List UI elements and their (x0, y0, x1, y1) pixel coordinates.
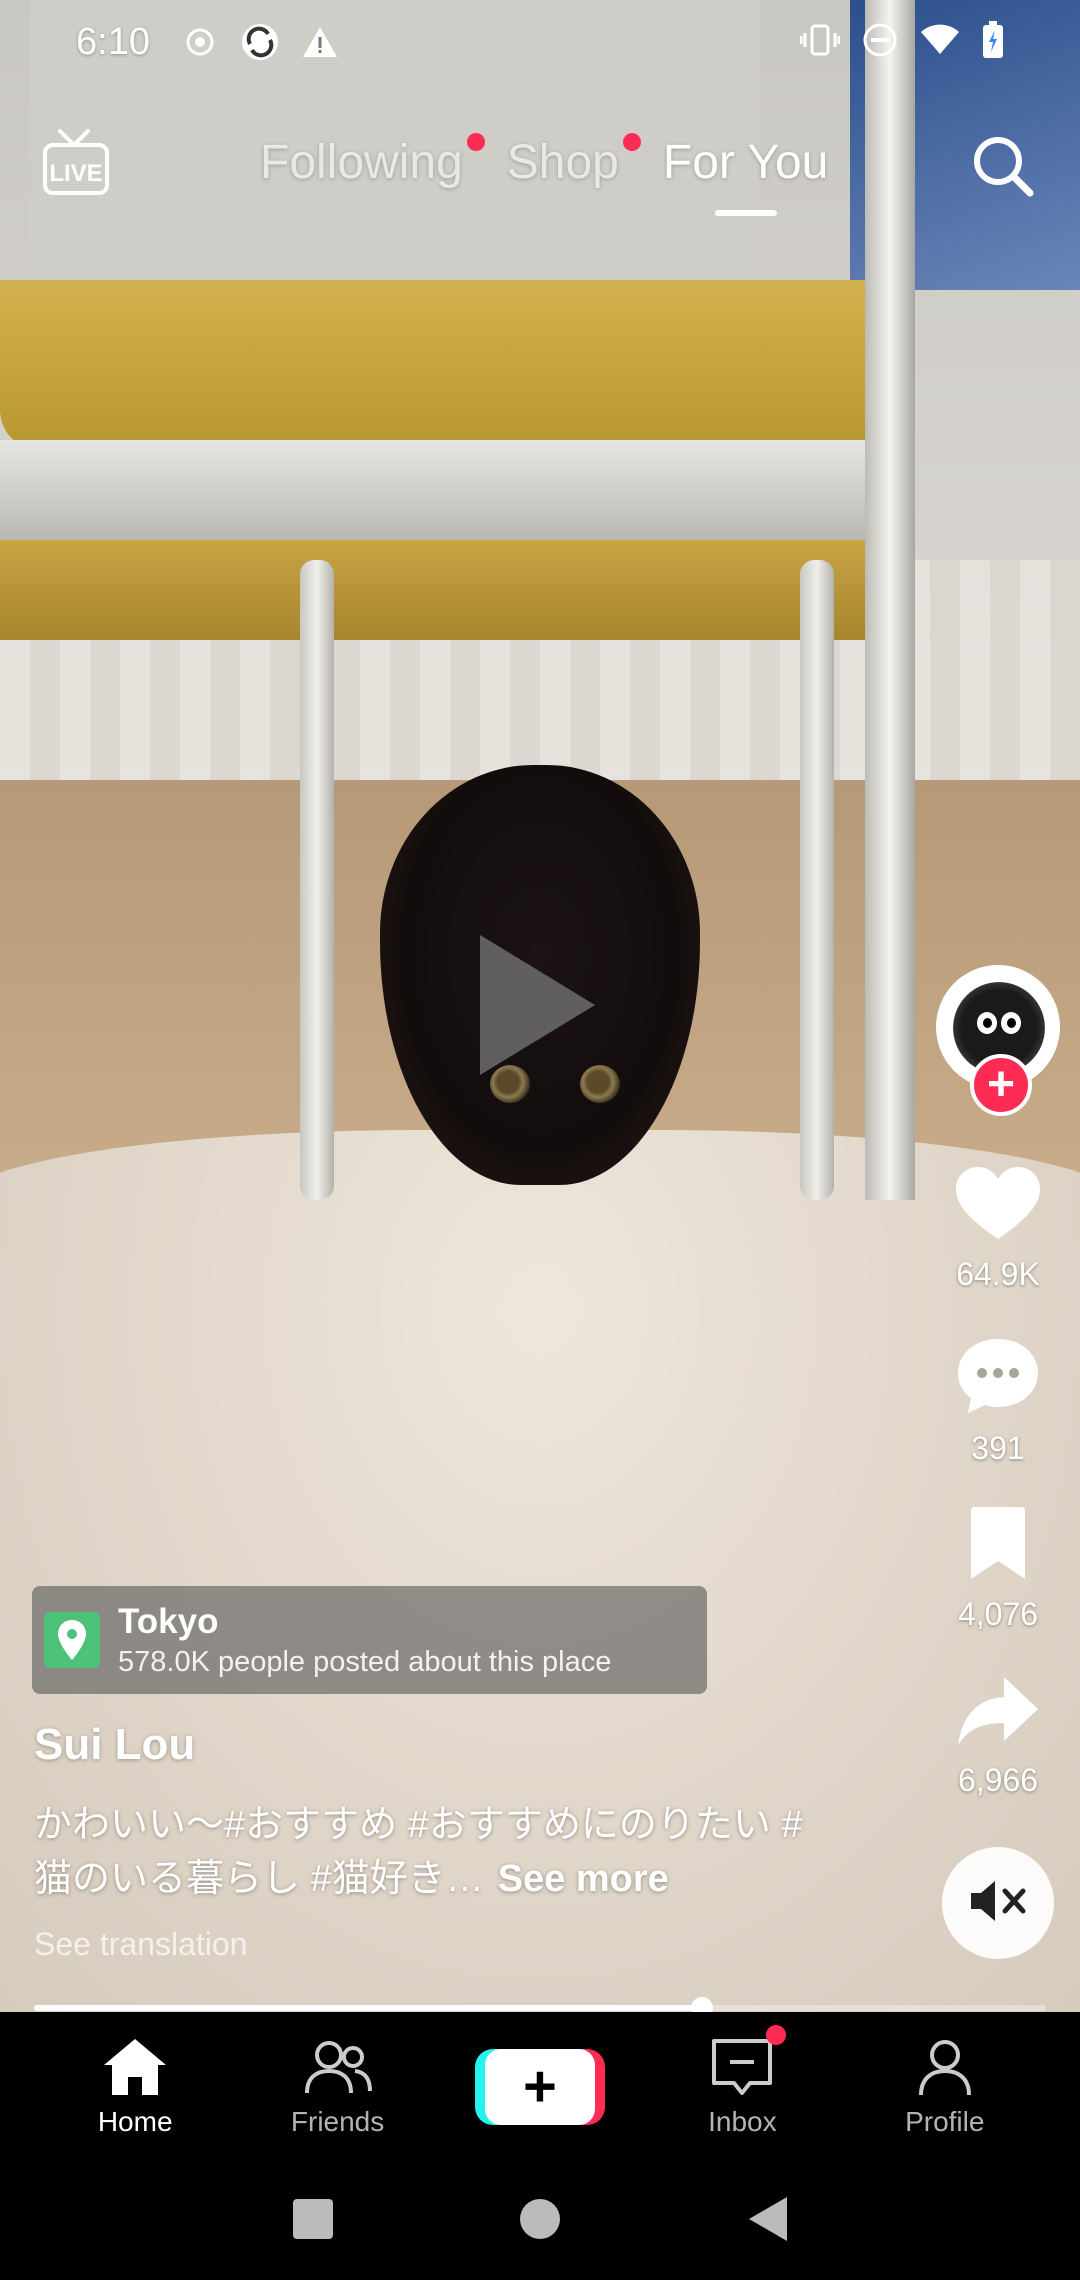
nav-profile-label: Profile (905, 2105, 985, 2137)
feed-tabs: Following Shop For You (260, 133, 829, 216)
home-circle-icon[interactable] (518, 2197, 562, 2246)
recents-icon[interactable] (291, 2197, 335, 2246)
create-button[interactable]: + (474, 2049, 605, 2125)
home-icon (102, 2037, 168, 2102)
video-caption[interactable]: かわいい〜#おすすめ #おすすめにのりたい #猫のいる暮らし #猫好き… See … (34, 1798, 834, 1906)
battery-icon (982, 20, 1004, 64)
speaker-muted-icon (969, 1877, 1027, 1930)
comment-icon (956, 1337, 1040, 1420)
tab-following[interactable]: Following (260, 133, 485, 190)
caption-text: かわいい〜#おすすめ #おすすめにのりたい #猫のいる暮らし #猫好き… (34, 1804, 803, 1900)
bookmark-icon (967, 1507, 1029, 1586)
back-icon[interactable] (745, 2195, 789, 2248)
nav-friends[interactable]: Friends (258, 2037, 418, 2138)
location-name: Tokyo (118, 1601, 219, 1641)
warning-icon (300, 22, 340, 62)
like-count: 64.9K (956, 1256, 1040, 1292)
avatar-eye (977, 1012, 997, 1034)
notification-dot (622, 133, 641, 151)
sync-app-icon (240, 22, 280, 62)
creator-avatar[interactable]: + (936, 965, 1060, 1116)
see-more-link[interactable]: See more (498, 1858, 669, 1900)
location-text: Tokyo 578.0K people posted about this pl… (118, 1602, 611, 1679)
inbox-notification-dot (766, 2024, 787, 2045)
video-player[interactable] (0, 0, 1080, 2012)
vibrate-icon (799, 23, 841, 62)
plus-icon: + (523, 2054, 557, 2119)
tab-following-label: Following (260, 136, 463, 189)
avatar-eye (1001, 1012, 1021, 1034)
status-bar: 6:10 (0, 0, 1080, 84)
see-translation-link[interactable]: See translation (34, 1926, 247, 1963)
inbox-icon (710, 2037, 774, 2102)
progress-fill (34, 2005, 702, 2011)
save-button[interactable]: 4,076 (958, 1507, 1038, 1633)
live-label: LIVE (49, 160, 102, 187)
scene-chair-seat (0, 280, 900, 450)
like-button[interactable]: 64.9K (956, 1167, 1040, 1293)
comment-count: 391 (971, 1430, 1025, 1466)
notification-dot (466, 133, 485, 151)
nav-friends-label: Friends (290, 2105, 385, 2137)
system-nav-bar (0, 2162, 1080, 2280)
scene-chair-frame (0, 440, 900, 540)
mute-button[interactable] (942, 1847, 1054, 1959)
nav-inbox[interactable]: Inbox (662, 2024, 822, 2138)
tab-for-you-label: For You (662, 136, 829, 189)
location-pin-icon (44, 1612, 100, 1668)
record-icon (180, 22, 220, 62)
profile-icon (915, 2037, 975, 2102)
live-button[interactable]: LIVE (42, 127, 110, 199)
scene-chair-leg (800, 560, 834, 1200)
tab-shop-label: Shop (506, 136, 619, 189)
scene-chair-rail (0, 540, 900, 640)
bottom-nav: Home Friends + Inbox Profile (0, 2012, 1080, 2162)
status-right-icons (799, 20, 1004, 64)
share-button[interactable]: 6,966 (958, 1677, 1038, 1799)
action-rail: + 64.9K 391 4,076 6,966 (936, 965, 1060, 1959)
location-tag[interactable]: Tokyo 578.0K people posted about this pl… (32, 1586, 707, 1694)
status-time: 6:10 (76, 20, 150, 63)
nav-home[interactable]: Home (55, 2037, 215, 2138)
save-count: 4,076 (957, 1596, 1039, 1632)
nav-profile[interactable]: Profile (865, 2037, 1025, 2138)
video-progress-bar[interactable] (34, 1997, 1046, 2019)
nav-create[interactable]: + (460, 2049, 620, 2125)
location-subtitle: 578.0K people posted about this place (118, 1645, 612, 1678)
top-nav: LIVE Following Shop For You (0, 115, 1080, 235)
active-tab-indicator (714, 210, 777, 216)
tab-for-you[interactable]: For You (662, 135, 829, 216)
nav-inbox-label: Inbox (708, 2105, 777, 2137)
share-count: 6,966 (957, 1762, 1039, 1798)
friends-icon (303, 2037, 373, 2102)
search-icon[interactable] (968, 131, 1038, 201)
dnd-icon (862, 22, 898, 63)
wifi-icon (920, 24, 960, 61)
tab-shop[interactable]: Shop (506, 133, 641, 190)
comment-button[interactable]: 391 (956, 1337, 1040, 1467)
heart-icon (956, 1167, 1040, 1246)
scene-chair-leg (300, 560, 334, 1200)
nav-home-label: Home (97, 2105, 173, 2137)
share-icon (957, 1677, 1038, 1752)
author-username[interactable]: Sui Lou (34, 1720, 195, 1770)
play-icon[interactable] (480, 935, 595, 1075)
follow-button[interactable]: + (970, 1054, 1032, 1116)
